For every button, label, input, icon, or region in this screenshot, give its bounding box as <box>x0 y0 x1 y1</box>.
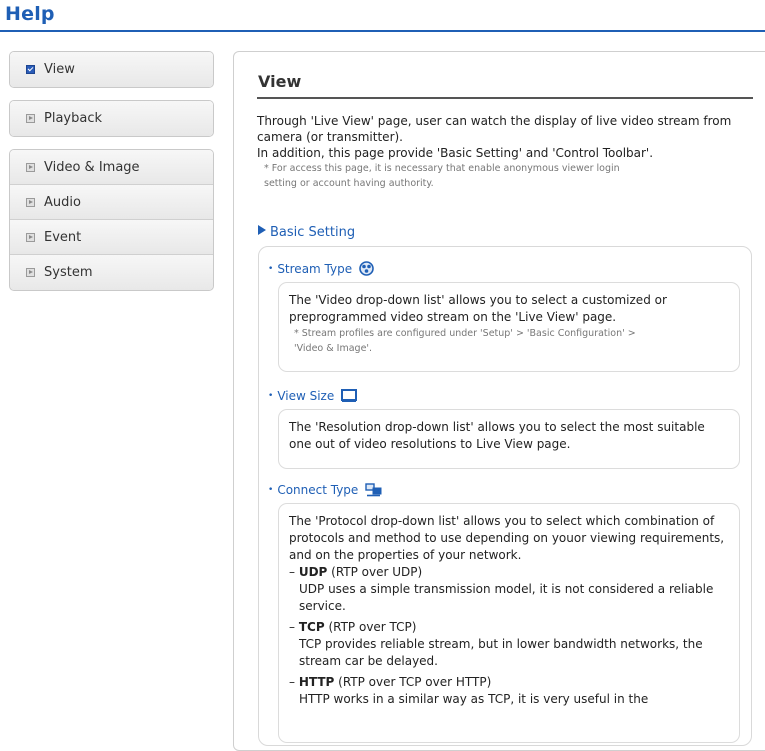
basic-setting-heading: Basic Setting <box>258 225 355 240</box>
note-line: setting or account having authority. <box>264 178 434 189</box>
protocol-name: UDP <box>298 565 328 579</box>
help-header: Help <box>0 0 765 32</box>
sidebar-group-view: View <box>9 51 214 88</box>
sidebar-item-system[interactable]: System <box>10 255 213 290</box>
protocol-text: UDP uses a simple transmission model, it… <box>299 582 714 613</box>
intro-line: Through 'Live View' page, user can watch… <box>257 114 732 144</box>
protocol-dash: – <box>289 620 295 634</box>
monitor-icon <box>341 389 358 406</box>
title-divider <box>257 97 753 99</box>
stream-type-description: The 'Video drop-down list' allows you to… <box>278 282 740 372</box>
sidebar-item-view[interactable]: View <box>10 52 213 87</box>
connect-type-description: The 'Protocol drop-down list' allows you… <box>278 503 740 743</box>
connect-type-text: The 'Protocol drop-down list' allows you… <box>289 514 725 562</box>
expand-arrow-icon <box>26 268 35 277</box>
view-size-label: View Size <box>277 389 335 403</box>
sidebar-group-playback: Playback <box>9 100 214 137</box>
stream-type-text: The 'Video drop-down list' allows you to… <box>289 293 667 324</box>
note-line: * Stream profiles are configured under '… <box>294 328 636 339</box>
protocol-text: TCP provides reliable stream, but in low… <box>299 637 703 668</box>
triangle-right-icon <box>258 225 266 235</box>
protocol-detail: (RTP over TCP) <box>328 620 417 634</box>
page-title: View <box>258 72 302 91</box>
sidebar-item-label: Event <box>44 229 82 245</box>
sidebar-group-settings: Video & Image Audio Event System <box>9 149 214 291</box>
note-line: * For access this page, it is necessary … <box>264 163 620 174</box>
intro-note: * For access this page, it is necessary … <box>257 161 757 191</box>
expand-arrow-icon <box>26 114 35 123</box>
connect-type-heading: • Connect Type <box>268 483 382 500</box>
protocol-name: TCP <box>298 620 325 634</box>
stream-type-label: Stream Type <box>277 262 353 276</box>
section-heading-label: Basic Setting <box>270 225 356 240</box>
sidebar-item-label: Audio <box>44 194 81 210</box>
protocol-name: HTTP <box>298 675 335 689</box>
stream-type-heading: • Stream Type <box>268 261 374 279</box>
stream-type-note: * Stream profiles are configured under '… <box>289 326 729 356</box>
protocol-dash: – <box>289 675 295 689</box>
sidebar-item-label: Playback <box>44 111 103 126</box>
expand-arrow-icon <box>26 197 35 207</box>
view-size-text: The 'Resolution drop-down list' allows y… <box>289 420 705 451</box>
sidebar-item-label: System <box>44 265 93 280</box>
sidebar-item-video-image[interactable]: Video & Image <box>10 150 213 185</box>
sidebar-item-playback[interactable]: Playback <box>10 101 213 136</box>
view-size-heading: • View Size <box>268 389 358 406</box>
expand-arrow-icon <box>26 162 35 172</box>
protocol-dash: – <box>289 565 295 579</box>
protocol-udp: – UDP (RTP over UDP) UDP uses a simple t… <box>289 564 729 615</box>
sidebar-item-event[interactable]: Event <box>10 220 213 255</box>
protocol-tcp: – TCP (RTP over TCP) TCP provides reliab… <box>289 619 729 670</box>
help-title: Help <box>5 3 55 25</box>
intro-text: Through 'Live View' page, user can watch… <box>257 113 757 191</box>
sidebar-item-label: Video & Image <box>44 159 140 175</box>
sidebar-item-label: View <box>44 62 75 77</box>
sidebar-item-audio[interactable]: Audio <box>10 185 213 220</box>
protocol-http: – HTTP (RTP over TCP over HTTP) HTTP wor… <box>289 674 729 708</box>
connect-type-label: Connect Type <box>277 483 359 497</box>
intro-line: In addition, this page provide 'Basic Se… <box>257 146 654 160</box>
protocol-detail: (RTP over UDP) <box>331 565 423 579</box>
protocol-text: HTTP works in a similar way as TCP, it i… <box>299 692 649 706</box>
view-size-description: The 'Resolution drop-down list' allows y… <box>278 409 740 469</box>
checked-box-icon <box>26 65 35 74</box>
stream-type-icon <box>359 261 374 279</box>
expand-arrow-icon <box>26 232 35 242</box>
protocol-detail: (RTP over TCP over HTTP) <box>338 675 492 689</box>
network-icon <box>365 483 382 500</box>
note-line: 'Video & Image'. <box>294 343 373 354</box>
